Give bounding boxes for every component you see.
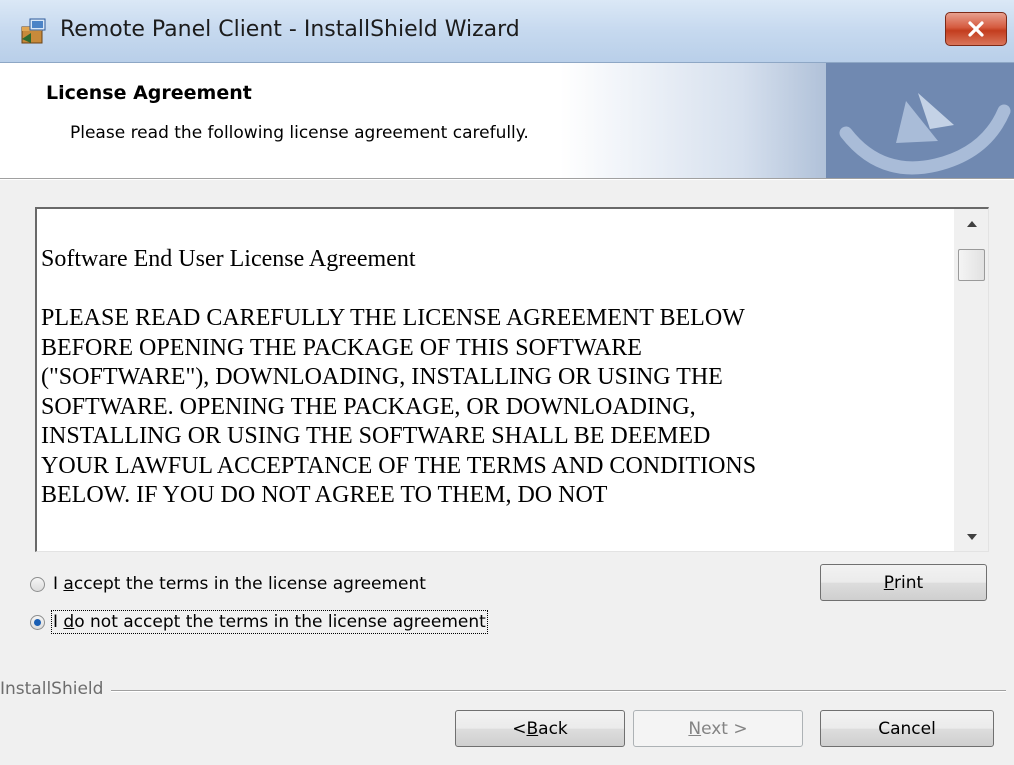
- page-subtitle: Please read the following license agreem…: [70, 123, 529, 143]
- license-line: PLEASE READ CAREFULLY THE LICENSE AGREEM…: [41, 305, 745, 331]
- license-text: Software End User License Agreement PLEA…: [41, 245, 959, 511]
- license-heading: Software End User License Agreement: [41, 246, 416, 272]
- installer-icon: [21, 18, 46, 44]
- back-button[interactable]: < Back: [455, 710, 625, 747]
- decline-label: I do not accept the terms in the license…: [51, 610, 488, 634]
- accept-label: I accept the terms in the license agreem…: [53, 574, 426, 594]
- installer-window: Remote Panel Client - InstallShield Wiza…: [0, 0, 1014, 765]
- scroll-down-arrow-icon: [966, 534, 977, 540]
- window-title: Remote Panel Client - InstallShield Wiza…: [60, 17, 520, 42]
- decline-radio[interactable]: [30, 614, 45, 630]
- accept-radio[interactable]: [30, 576, 45, 592]
- footer-divider: [0, 690, 1006, 692]
- wizard-header: License Agreement Please read the follow…: [0, 63, 1014, 178]
- installshield-logo-icon: [826, 63, 1014, 178]
- license-line: SOFTWARE. OPENING THE PACKAGE, OR DOWNLO…: [41, 393, 696, 420]
- print-button[interactable]: Print: [820, 564, 987, 601]
- scroll-thumb[interactable]: [958, 249, 985, 281]
- header-divider-highlight: [0, 179, 1014, 180]
- next-button[interactable]: Next >: [633, 710, 803, 747]
- license-text-box[interactable]: Software End User License Agreement PLEA…: [35, 207, 989, 552]
- radio-selected-dot: [34, 618, 41, 626]
- license-line: YOUR LAWFUL ACCEPTANCE OF THE TERMS AND …: [41, 452, 757, 479]
- decline-terms-option[interactable]: I do not accept the terms in the license…: [30, 610, 488, 634]
- close-button[interactable]: [945, 12, 1007, 46]
- title-bar[interactable]: Remote Panel Client - InstallShield Wiza…: [0, 0, 1014, 63]
- scroll-down-button[interactable]: [954, 522, 988, 551]
- cancel-button[interactable]: Cancel: [820, 710, 994, 747]
- license-line: ("SOFTWARE"), DOWNLOADING, INSTALLING OR…: [41, 364, 723, 390]
- page-title: License Agreement: [46, 82, 252, 104]
- scroll-up-button[interactable]: [954, 209, 988, 239]
- close-icon: [968, 21, 984, 37]
- license-line: INSTALLING OR USING THE SOFTWARE SHALL B…: [41, 423, 711, 449]
- vertical-scrollbar[interactable]: [954, 209, 988, 551]
- scroll-up-arrow-icon: [966, 221, 977, 227]
- installshield-brand-label: InstallShield: [0, 679, 112, 699]
- accept-terms-option[interactable]: I accept the terms in the license agreem…: [30, 574, 426, 594]
- license-line: BELOW. IF YOU DO NOT AGREE TO THEM, DO N…: [41, 482, 608, 508]
- license-line: BEFORE OPENING THE PACKAGE OF THIS SOFTW…: [41, 334, 642, 361]
